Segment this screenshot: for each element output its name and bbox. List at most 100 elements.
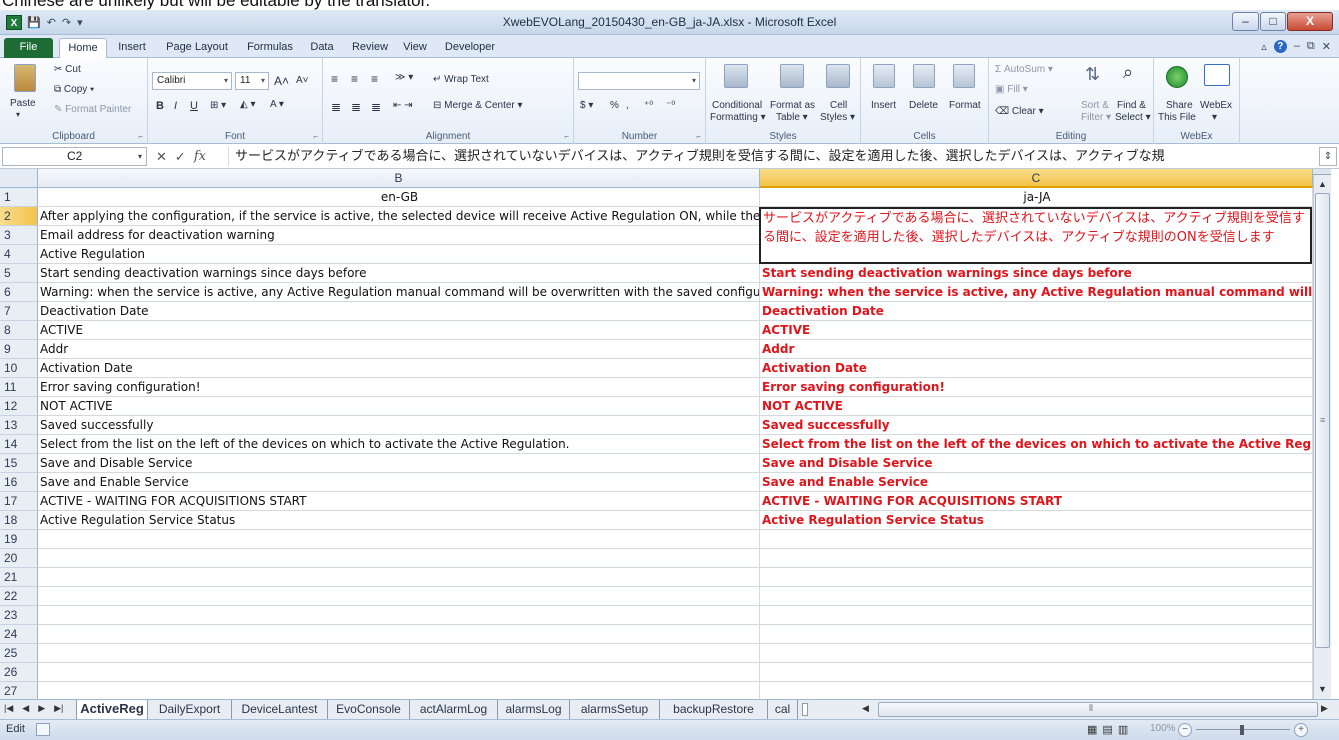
row-header[interactable]: 24 bbox=[0, 625, 38, 644]
cell-b[interactable]: Activation Date bbox=[38, 359, 760, 378]
insert-cells-button[interactable]: Insert bbox=[871, 100, 896, 111]
cell-b[interactable] bbox=[38, 663, 760, 682]
row-header[interactable]: 17 bbox=[0, 492, 38, 511]
cell-b[interactable] bbox=[38, 549, 760, 568]
sheet-tab-activereg[interactable]: ActiveReg bbox=[76, 700, 148, 719]
enter-icon[interactable]: ✓ bbox=[175, 149, 186, 165]
cell-b[interactable]: Save and Enable Service bbox=[38, 473, 760, 492]
clear-button[interactable]: ⌫ Clear ▾ bbox=[995, 106, 1044, 117]
cell-c[interactable]: Save and Enable Service bbox=[760, 473, 1313, 492]
zoom-slider[interactable]: − + bbox=[1178, 723, 1308, 737]
row-header[interactable]: 9 bbox=[0, 340, 38, 359]
find-select-dropdown[interactable]: Select ▾ bbox=[1115, 112, 1151, 123]
copy-button[interactable]: ⧉ Copy ▾ bbox=[54, 84, 94, 95]
fill-color-icon[interactable]: ◭ ▾ bbox=[240, 99, 256, 110]
cell-c[interactable]: Start sending deactivation warnings sinc… bbox=[760, 264, 1313, 283]
tab-data[interactable]: Data bbox=[302, 38, 342, 58]
merge-center-button[interactable]: ⊟ Merge & Center ▾ bbox=[433, 100, 523, 111]
cancel-icon[interactable]: ✕ bbox=[156, 149, 167, 165]
sheet-tab-dailyexport[interactable]: DailyExport bbox=[148, 700, 232, 719]
cell-b[interactable]: Save and Disable Service bbox=[38, 454, 760, 473]
spreadsheet-grid[interactable]: B C 1 en-GB ja-JA 2 After applying the confi… bbox=[0, 169, 1313, 699]
cell-b[interactable]: Error saving configuration! bbox=[38, 378, 760, 397]
row-header[interactable]: 20 bbox=[0, 549, 38, 568]
sheet-tab-backuprestore[interactable]: backupRestore bbox=[660, 700, 768, 719]
active-cell-c2[interactable]: サービスがアクティブである場合に、選択されていないデバイスは、アクティブ規則を受… bbox=[759, 207, 1312, 264]
scroll-up-icon[interactable]: ▲ bbox=[1314, 176, 1331, 193]
cell-b[interactable] bbox=[38, 644, 760, 663]
underline-button[interactable]: U bbox=[190, 100, 198, 112]
row-header[interactable]: 8 bbox=[0, 321, 38, 340]
row-header[interactable]: 7 bbox=[0, 302, 38, 321]
share-button[interactable]: Share bbox=[1166, 100, 1193, 111]
cell-b[interactable]: Warning: when the service is active, any… bbox=[38, 283, 760, 302]
webex-button[interactable]: WebEx bbox=[1200, 100, 1232, 111]
sheet-tab-cal[interactable]: cal bbox=[768, 700, 798, 719]
cell-c[interactable] bbox=[760, 568, 1313, 587]
name-box[interactable]: C2 ▾ bbox=[2, 147, 147, 166]
cell-c[interactable] bbox=[760, 587, 1313, 606]
zoom-in-icon[interactable]: + bbox=[1294, 723, 1308, 737]
prev-sheet-icon[interactable]: ◀ bbox=[22, 703, 29, 714]
cell-b[interactable]: Start sending deactivation warnings sinc… bbox=[38, 264, 760, 283]
cell-styles-button[interactable]: Cell bbox=[830, 100, 847, 111]
horizontal-scrollbar[interactable]: ⦀ bbox=[878, 702, 1318, 717]
bold-button[interactable]: B bbox=[156, 100, 164, 112]
cell-b[interactable]: Active Regulation Service Status bbox=[38, 511, 760, 530]
alignment-launcher-icon[interactable]: ⌐ bbox=[564, 132, 569, 141]
font-size-select[interactable]: 11 ▾ bbox=[235, 72, 269, 90]
format-as-table-button[interactable]: Format as bbox=[770, 100, 815, 111]
sheet-tab-evoconsole[interactable]: EvoConsole bbox=[328, 700, 410, 719]
sheet-tab-devicelantest[interactable]: DeviceLantest bbox=[232, 700, 328, 719]
scroll-left-icon[interactable]: ◀ bbox=[862, 703, 869, 714]
cell-c[interactable]: Warning: when the service is active, any… bbox=[760, 283, 1313, 302]
normal-view-icon[interactable]: ▦ bbox=[1087, 723, 1097, 736]
tab-page-layout[interactable]: Page Layout bbox=[157, 38, 237, 58]
cell-c[interactable]: Saved successfully bbox=[760, 416, 1313, 435]
row-header[interactable]: 4 bbox=[0, 245, 38, 264]
row-header[interactable]: 11 bbox=[0, 378, 38, 397]
format-painter-button[interactable]: ✎ Format Painter bbox=[54, 104, 131, 115]
row-header[interactable]: 21 bbox=[0, 568, 38, 587]
cell-b[interactable] bbox=[38, 568, 760, 587]
indent-icons[interactable]: ⇤ ⇥ bbox=[393, 100, 413, 111]
column-header-c[interactable]: C bbox=[760, 169, 1313, 188]
autosum-button[interactable]: Σ AutoSum ▾ bbox=[995, 64, 1053, 75]
row-header[interactable]: 10 bbox=[0, 359, 38, 378]
cell-b[interactable] bbox=[38, 682, 760, 699]
zoom-level[interactable]: 100% bbox=[1150, 723, 1176, 734]
wrap-text-button[interactable]: ↵ Wrap Text bbox=[433, 74, 489, 85]
last-sheet-icon[interactable]: ▶| bbox=[54, 703, 63, 714]
insert-function-icon[interactable]: fx bbox=[194, 149, 206, 165]
cell-c[interactable] bbox=[760, 682, 1313, 699]
font-color-icon[interactable]: A ▾ bbox=[270, 99, 284, 110]
tab-view[interactable]: View bbox=[396, 38, 434, 58]
sort-filter-dropdown[interactable]: Filter ▾ bbox=[1081, 112, 1111, 123]
cell-c[interactable]: Active Regulation Service Status bbox=[760, 511, 1313, 530]
italic-button[interactable]: I bbox=[174, 100, 177, 112]
cut-button[interactable]: ✂ Cut bbox=[54, 64, 81, 75]
row-header[interactable]: 14 bbox=[0, 435, 38, 454]
cell-c[interactable]: Deactivation Date bbox=[760, 302, 1313, 321]
comma-button[interactable]: , bbox=[626, 100, 629, 111]
cell-b[interactable]: Addr bbox=[38, 340, 760, 359]
orientation-icon[interactable]: ≫ ▾ bbox=[395, 72, 413, 83]
workbook-close-icon[interactable]: ✕ bbox=[1322, 40, 1331, 53]
webex-dropdown-icon[interactable]: ▾ bbox=[1212, 112, 1217, 123]
cell-b[interactable]: Deactivation Date bbox=[38, 302, 760, 321]
help-icon[interactable]: ? bbox=[1273, 40, 1287, 53]
first-sheet-icon[interactable]: |◀ bbox=[4, 703, 13, 714]
cell-c[interactable] bbox=[760, 625, 1313, 644]
cell-b[interactable] bbox=[38, 606, 760, 625]
row-header[interactable]: 2 bbox=[0, 207, 38, 226]
workbook-restore-icon[interactable]: ⧉ bbox=[1307, 40, 1315, 53]
cell-c[interactable]: NOT ACTIVE bbox=[760, 397, 1313, 416]
row-header[interactable]: 16 bbox=[0, 473, 38, 492]
align-right-icon[interactable]: ≣ bbox=[371, 100, 381, 114]
row-header[interactable]: 6 bbox=[0, 283, 38, 302]
cell-c[interactable]: Activation Date bbox=[760, 359, 1313, 378]
cell-c[interactable]: Error saving configuration! bbox=[760, 378, 1313, 397]
format-cells-button[interactable]: Format bbox=[949, 100, 981, 111]
sheet-tab-alarmslog[interactable]: alarmsLog bbox=[498, 700, 570, 719]
row-header[interactable]: 26 bbox=[0, 663, 38, 682]
